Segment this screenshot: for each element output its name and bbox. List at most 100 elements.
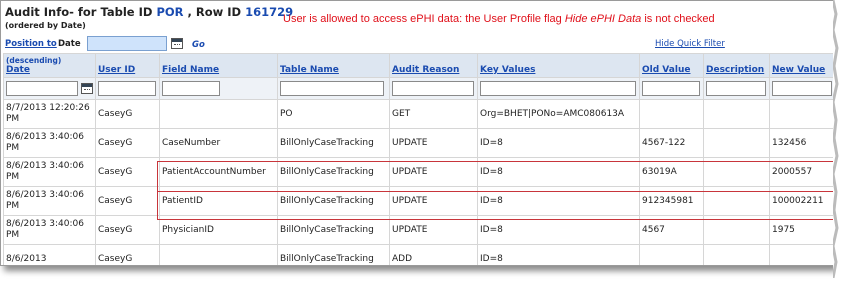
page-title: Audit Info- for Table ID POR , Row ID 16… (5, 5, 293, 19)
filter-audit-reason-input[interactable] (392, 81, 474, 96)
cell-field-name (159, 99, 278, 129)
filter-old-value-input[interactable] (642, 81, 700, 96)
filter-new-value-input[interactable] (772, 81, 832, 96)
cell-key-values: ID=8 (477, 157, 640, 187)
title-prefix: Audit Info- for Table ID (5, 5, 153, 19)
row-id-label: , Row ID (187, 5, 242, 19)
position-date-input[interactable] (87, 36, 167, 51)
cell-description (703, 215, 770, 245)
col-key-values-link[interactable]: Key Values (480, 65, 535, 75)
cell-audit-reason: UPDATE (389, 215, 478, 245)
cell-new-value: 100002211 (769, 186, 833, 216)
cell-user-id: CaseyG (95, 244, 160, 265)
warning-prefix: User is allowed to access ePHI data: the… (283, 13, 565, 25)
table-row[interactable]: 8/6/2013 3:40:06 PM CaseyG PhysicianID Bill… (3, 215, 833, 245)
col-table-name-link[interactable]: Table Name (280, 65, 339, 75)
col-old-value-header[interactable]: Old Value (639, 53, 704, 78)
col-user-id-link[interactable]: User ID (98, 65, 135, 75)
cell-key-values: ID=8 (477, 244, 640, 265)
quick-filter-row (3, 77, 833, 100)
cell-key-values: ID=8 (477, 186, 640, 216)
cell-audit-reason: UPDATE (389, 157, 478, 187)
cell-field-name: CaseNumber (159, 128, 278, 158)
table-row[interactable]: 8/6/2013 3:40:06 PM CaseyG PatientAccountN… (3, 157, 833, 187)
col-description-link[interactable]: Description (706, 65, 764, 75)
cell-old-value (639, 244, 704, 265)
torn-edge (831, 0, 851, 279)
cell-description (703, 157, 770, 187)
cell-date: 8/6/2013 3:40:06 PM (3, 128, 96, 158)
col-user-id-header[interactable]: User ID (95, 53, 160, 78)
filter-user-id-input[interactable] (98, 81, 156, 96)
position-to-link[interactable]: Position to (5, 39, 57, 49)
warning-suffix: is not checked (641, 13, 715, 25)
sort-direction-label: (descending) (6, 56, 62, 65)
col-key-values-header[interactable]: Key Values (477, 53, 640, 78)
cell-new-value (769, 244, 833, 265)
filter-field-name-cell (159, 77, 278, 100)
col-table-name-header[interactable]: Table Name (277, 53, 390, 78)
cell-user-id: CaseyG (95, 157, 160, 187)
calendar-icon[interactable] (171, 38, 183, 49)
position-date-label: Date (58, 39, 81, 49)
cell-audit-reason: UPDATE (389, 128, 478, 158)
calendar-icon[interactable] (81, 83, 93, 94)
cell-table-name: BillOnlyCaseTracking (277, 215, 390, 245)
col-new-value-header[interactable]: New Value (769, 53, 833, 78)
filter-field-name-input[interactable] (162, 81, 220, 96)
cell-old-value: 63019A (639, 157, 704, 187)
cell-table-name: BillOnlyCaseTracking (277, 128, 390, 158)
ephi-warning: User is allowed to access ePHI data: the… (283, 13, 715, 25)
col-audit-reason-header[interactable]: Audit Reason (389, 53, 478, 78)
page-header: Audit Info- for Table ID POR , Row ID 16… (5, 3, 831, 34)
cell-audit-reason: UPDATE (389, 186, 478, 216)
table-row[interactable]: 8/6/2013 CaseyG BillOnlyCaseTracking ADD ID=… (3, 244, 833, 265)
cell-field-name: PhysicianID (159, 215, 278, 245)
header-row: (descending) Date User ID Field Name Tabl… (3, 53, 833, 78)
table-row[interactable]: 8/7/2013 12:20:26 PM CaseyG PO GET Org=BHET|… (3, 99, 833, 129)
col-old-value-link[interactable]: Old Value (642, 65, 690, 75)
table-row[interactable]: 8/6/2013 3:40:06 PM CaseyG PatientID BillOn… (3, 186, 833, 216)
col-new-value-link[interactable]: New Value (772, 65, 825, 75)
warning-flag-name: Hide ePHI Data (564, 13, 642, 25)
filter-key-values-input[interactable] (480, 81, 636, 96)
filter-description-cell (703, 77, 770, 100)
filter-key-values-cell (477, 77, 640, 100)
cell-old-value: 4567 (639, 215, 704, 245)
cell-new-value: 2000557 (769, 157, 833, 187)
cell-key-values: ID=8 (477, 215, 640, 245)
filter-table-name-input[interactable] (280, 81, 384, 96)
go-button[interactable]: Go (192, 40, 205, 50)
cell-user-id: CaseyG (95, 99, 160, 129)
cell-date: 8/6/2013 3:40:06 PM (3, 186, 96, 216)
cell-date: 8/6/2013 3:40:06 PM (3, 157, 96, 187)
table-id-value: POR (156, 5, 184, 19)
hide-quick-filter-link[interactable]: Hide Quick Filter (655, 39, 725, 49)
ordering-note: (ordered by Date) (5, 21, 86, 30)
cell-field-name: PatientAccountNumber (159, 157, 278, 187)
table-row[interactable]: 8/6/2013 3:40:06 PM CaseyG CaseNumber BillO… (3, 128, 833, 158)
cell-new-value: 1975 (769, 215, 833, 245)
col-field-name-header[interactable]: Field Name (159, 53, 278, 78)
audit-window: Audit Info- for Table ID POR , Row ID 16… (0, 0, 834, 266)
cell-description (703, 128, 770, 158)
cell-field-name (159, 244, 278, 265)
cell-table-name: PO (277, 99, 390, 129)
col-date-link[interactable]: Date (6, 65, 30, 75)
filter-audit-reason-cell (389, 77, 478, 100)
filter-date-cell (3, 77, 96, 100)
torn-edge-shadow (831, 0, 839, 279)
col-description-header[interactable]: Description (703, 53, 770, 78)
col-audit-reason-link[interactable]: Audit Reason (392, 65, 459, 75)
cell-new-value: 132456 (769, 128, 833, 158)
cell-old-value: 4567-122 (639, 128, 704, 158)
col-field-name-link[interactable]: Field Name (162, 65, 219, 75)
col-date-header[interactable]: (descending) Date (3, 53, 96, 78)
filter-table-name-cell (277, 77, 390, 100)
cell-date: 8/6/2013 (3, 244, 96, 265)
filter-date-input[interactable] (6, 81, 78, 96)
cell-key-values: Org=BHET|PONo=AMC080613A (477, 99, 640, 129)
audit-table: (descending) Date User ID Field Name Tabl… (3, 53, 833, 265)
filter-description-input[interactable] (706, 81, 766, 96)
cell-user-id: CaseyG (95, 128, 160, 158)
